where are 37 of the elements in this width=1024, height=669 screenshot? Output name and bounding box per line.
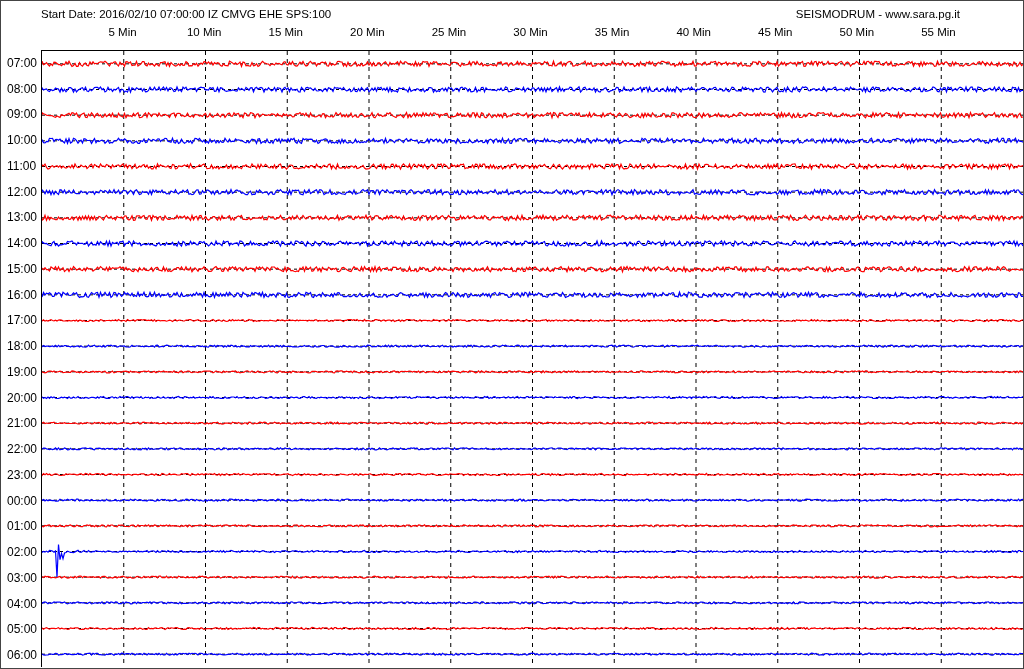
hour-label: 04:00 (6, 595, 39, 613)
hour-label: 06:00 (6, 647, 39, 665)
minute-label: 50 Min (839, 26, 875, 38)
minute-label: 20 Min (350, 26, 385, 38)
hour-label: 23:00 (6, 466, 39, 484)
hour-label: 22:00 (6, 441, 39, 459)
hour-label: 12:00 (6, 183, 39, 201)
minute-label: 35 Min (594, 26, 630, 38)
hour-label: 05:00 (6, 621, 39, 639)
start-date-info: Start Date: 2016/02/10 07:00:00 IZ CMVG EHE SPS:100 (41, 8, 332, 22)
hour-label: 14:00 (6, 235, 39, 253)
hour-label: 11:00 (6, 157, 38, 175)
hour-label: 08:00 (6, 80, 39, 98)
hour-label: 00:00 (6, 492, 39, 510)
hour-label: 02:00 (6, 544, 39, 562)
hour-label: 20:00 (6, 389, 39, 407)
hour-label: 21:00 (6, 415, 39, 433)
minute-label: 45 Min (758, 26, 793, 38)
minute-label: 40 Min (676, 26, 711, 38)
hour-label: 13:00 (6, 209, 39, 227)
minute-label: 55 Min (921, 26, 956, 38)
hour-label: 17:00 (6, 312, 39, 330)
minute-label: 15 Min (268, 26, 303, 38)
hour-label: 09:00 (6, 106, 39, 124)
hour-label: 03:00 (6, 569, 39, 587)
hour-label: 15:00 (6, 260, 39, 278)
brand-text: SEISMODRUM - www.sara.pg.it (795, 8, 960, 22)
hour-label: 07:00 (6, 54, 39, 72)
hour-label: 01:00 (6, 518, 39, 536)
hour-label: 16:00 (6, 286, 39, 304)
minute-label: 5 Min (108, 26, 137, 38)
minute-label: 25 Min (431, 26, 467, 38)
minute-label: 10 Min (186, 26, 222, 38)
hour-label: 10:00 (6, 132, 39, 150)
hour-label: 19:00 (6, 363, 39, 381)
minute-label: 30 Min (513, 26, 548, 38)
hour-label: 18:00 (6, 338, 39, 356)
